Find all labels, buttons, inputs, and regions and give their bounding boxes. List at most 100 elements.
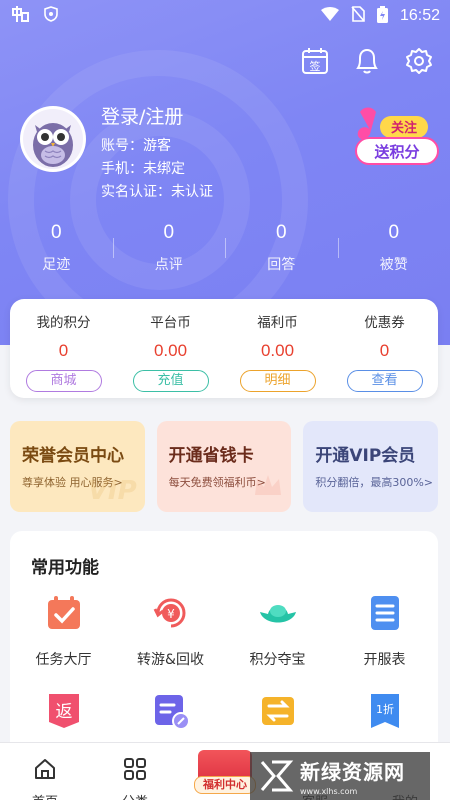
transfer-recycle-item[interactable]: ¥ 转游&回收: [117, 593, 224, 669]
stat-label: 被赞: [379, 257, 408, 273]
function-label: 开服表: [363, 652, 406, 668]
section-title: 常用功能: [31, 558, 99, 578]
function-grid: 任务大厅 ¥ 转游&回收 积分夺宝 开服表 返 1折: [10, 593, 438, 747]
calendar-sign-glyph: 签: [310, 59, 321, 73]
welfare-coin-value: 0.00: [260, 341, 295, 360]
stat-answers[interactable]: 0 回答: [225, 222, 338, 274]
rebate-icon: 返: [44, 691, 84, 731]
transfer-item[interactable]: [224, 691, 331, 747]
points-value: 0: [58, 341, 69, 360]
stat-label: 点评: [154, 257, 183, 273]
card-title: 荣誉会员中心: [22, 446, 124, 466]
review-item[interactable]: [117, 691, 224, 747]
calendar-sign-icon[interactable]: 签: [300, 46, 330, 76]
top-actions: 签: [300, 46, 434, 76]
mall-button[interactable]: 商城: [25, 370, 102, 392]
realname-text: 实名认证：未认证: [101, 184, 213, 200]
welfare-coin-label: 福利币: [257, 315, 298, 331]
login-register-link[interactable]: 登录/注册: [101, 102, 213, 129]
site-watermark: 新绿资源网 www.xlhs.com: [250, 752, 430, 800]
stat-reviews[interactable]: 0 点评: [112, 222, 226, 274]
points-column: 我的积分 0 商城: [10, 311, 117, 398]
nav-label: 分类: [90, 791, 180, 800]
honor-member-card[interactable]: 荣誉会员中心 尊享体验 用心服务> VIP: [10, 421, 145, 512]
points-label: 我的积分: [36, 315, 91, 331]
owl-avatar-icon: [23, 109, 83, 169]
view-coupons-button[interactable]: 查看: [346, 370, 423, 392]
watermark-title: 新绿资源网: [300, 760, 405, 784]
wifi-icon: [320, 7, 339, 25]
battery-icon: [376, 5, 388, 27]
stat-likes[interactable]: 0 被赞: [337, 222, 450, 274]
home-icon: [33, 757, 57, 781]
gold-ingot-icon: [258, 593, 298, 633]
status-time: 16:52: [399, 7, 440, 24]
savings-card[interactable]: 开通省钱卡 每天免费领福利币>: [156, 421, 292, 512]
platform-coin-value: 0.00: [153, 341, 188, 360]
stat-value: 0: [388, 222, 400, 243]
welfare-center-label: 福利中心: [194, 776, 256, 794]
recycle-coin-icon: ¥: [151, 593, 191, 633]
stat-label: 足迹: [42, 257, 71, 273]
function-label: 任务大厅: [35, 652, 92, 668]
nav-label: 首页: [0, 791, 90, 800]
welfare-center-tab[interactable]: 福利中心: [194, 744, 256, 800]
account-text: 账号：游客: [101, 138, 171, 154]
card-title: 开通VIP会员: [315, 446, 416, 466]
platform-coin-label: 平台币: [150, 315, 191, 331]
nav-home[interactable]: 首页: [0, 743, 90, 800]
gear-icon[interactable]: [404, 46, 434, 76]
status-bar: 16:52: [0, 0, 450, 32]
server-list-item[interactable]: 开服表: [331, 593, 438, 669]
nav-category[interactable]: 分类: [90, 743, 180, 800]
avatar[interactable]: [20, 106, 86, 172]
platform-coin-column: 平台币 0.00 充值: [117, 311, 224, 398]
stats-row: 0 足迹 0 点评 0 回答 0 被赞: [0, 222, 450, 274]
bell-icon[interactable]: [352, 46, 382, 76]
crown-watermark-icon: [253, 473, 283, 506]
discount-icon: 1折: [365, 691, 405, 731]
discount-glyph: 1折: [376, 702, 394, 716]
rebate-item[interactable]: 返: [10, 691, 117, 747]
card-subtitle: 积分翻倍，最高300%>: [315, 476, 434, 489]
follow-reward-badge[interactable]: 关注 送积分: [350, 104, 442, 168]
recharge-button[interactable]: 充值: [132, 370, 209, 392]
function-label: 转游&回收: [137, 652, 204, 668]
common-functions: 常用功能 任务大厅 ¥ 转游&回收 积分夺宝 开服表 返 1折: [10, 531, 438, 771]
promo-line2: 送积分: [373, 143, 419, 161]
transfer-icon: [258, 691, 298, 731]
promo-line1: 关注: [391, 120, 417, 136]
watermark-url: www.xlhs.com: [300, 787, 358, 796]
shield-icon: [44, 6, 58, 26]
task-calendar-icon: [44, 593, 84, 633]
review-edit-icon: [151, 691, 191, 731]
stat-value: 0: [163, 222, 175, 243]
coupon-label: 优惠券: [364, 315, 405, 331]
coupon-column: 优惠券 0 查看: [331, 311, 438, 398]
watermark-logo-icon: [260, 760, 294, 792]
discount-item[interactable]: 1折: [331, 691, 438, 747]
no-sim-icon: [351, 6, 365, 26]
rebate-glyph: 返: [55, 702, 72, 722]
grid-icon: [123, 757, 147, 781]
server-list-icon: [365, 593, 405, 633]
vip-watermark: VIP: [87, 476, 137, 506]
stat-label: 回答: [267, 257, 296, 273]
card-title: 开通省钱卡: [168, 446, 254, 466]
member-cards: 荣誉会员中心 尊享体验 用心服务> VIP 开通省钱卡 每天免费领福利币> 开通…: [10, 421, 439, 512]
task-hall-item[interactable]: 任务大厅: [10, 593, 117, 669]
stat-value: 0: [275, 222, 287, 243]
function-label: 积分夺宝: [249, 652, 306, 668]
profile-info: 登录/注册 账号：游客 手机：未绑定 实名认证：未认证: [101, 102, 213, 204]
stat-value: 0: [50, 222, 62, 243]
points-treasure-item[interactable]: 积分夺宝: [224, 593, 331, 669]
svg-text:¥: ¥: [167, 607, 175, 621]
app-notification-icon: [10, 5, 30, 27]
coupon-value: 0: [379, 341, 390, 360]
vip-member-card[interactable]: 开通VIP会员 积分翻倍，最高300%>: [303, 421, 439, 512]
details-button[interactable]: 明细: [239, 370, 316, 392]
points-card: 我的积分 0 商城 平台币 0.00 充值 福利币 0.00 明细 优惠券 0 …: [10, 299, 438, 398]
phone-text: 手机：未绑定: [101, 161, 185, 177]
welfare-coin-column: 福利币 0.00 明细: [224, 311, 331, 398]
stat-footprint[interactable]: 0 足迹: [0, 222, 113, 274]
